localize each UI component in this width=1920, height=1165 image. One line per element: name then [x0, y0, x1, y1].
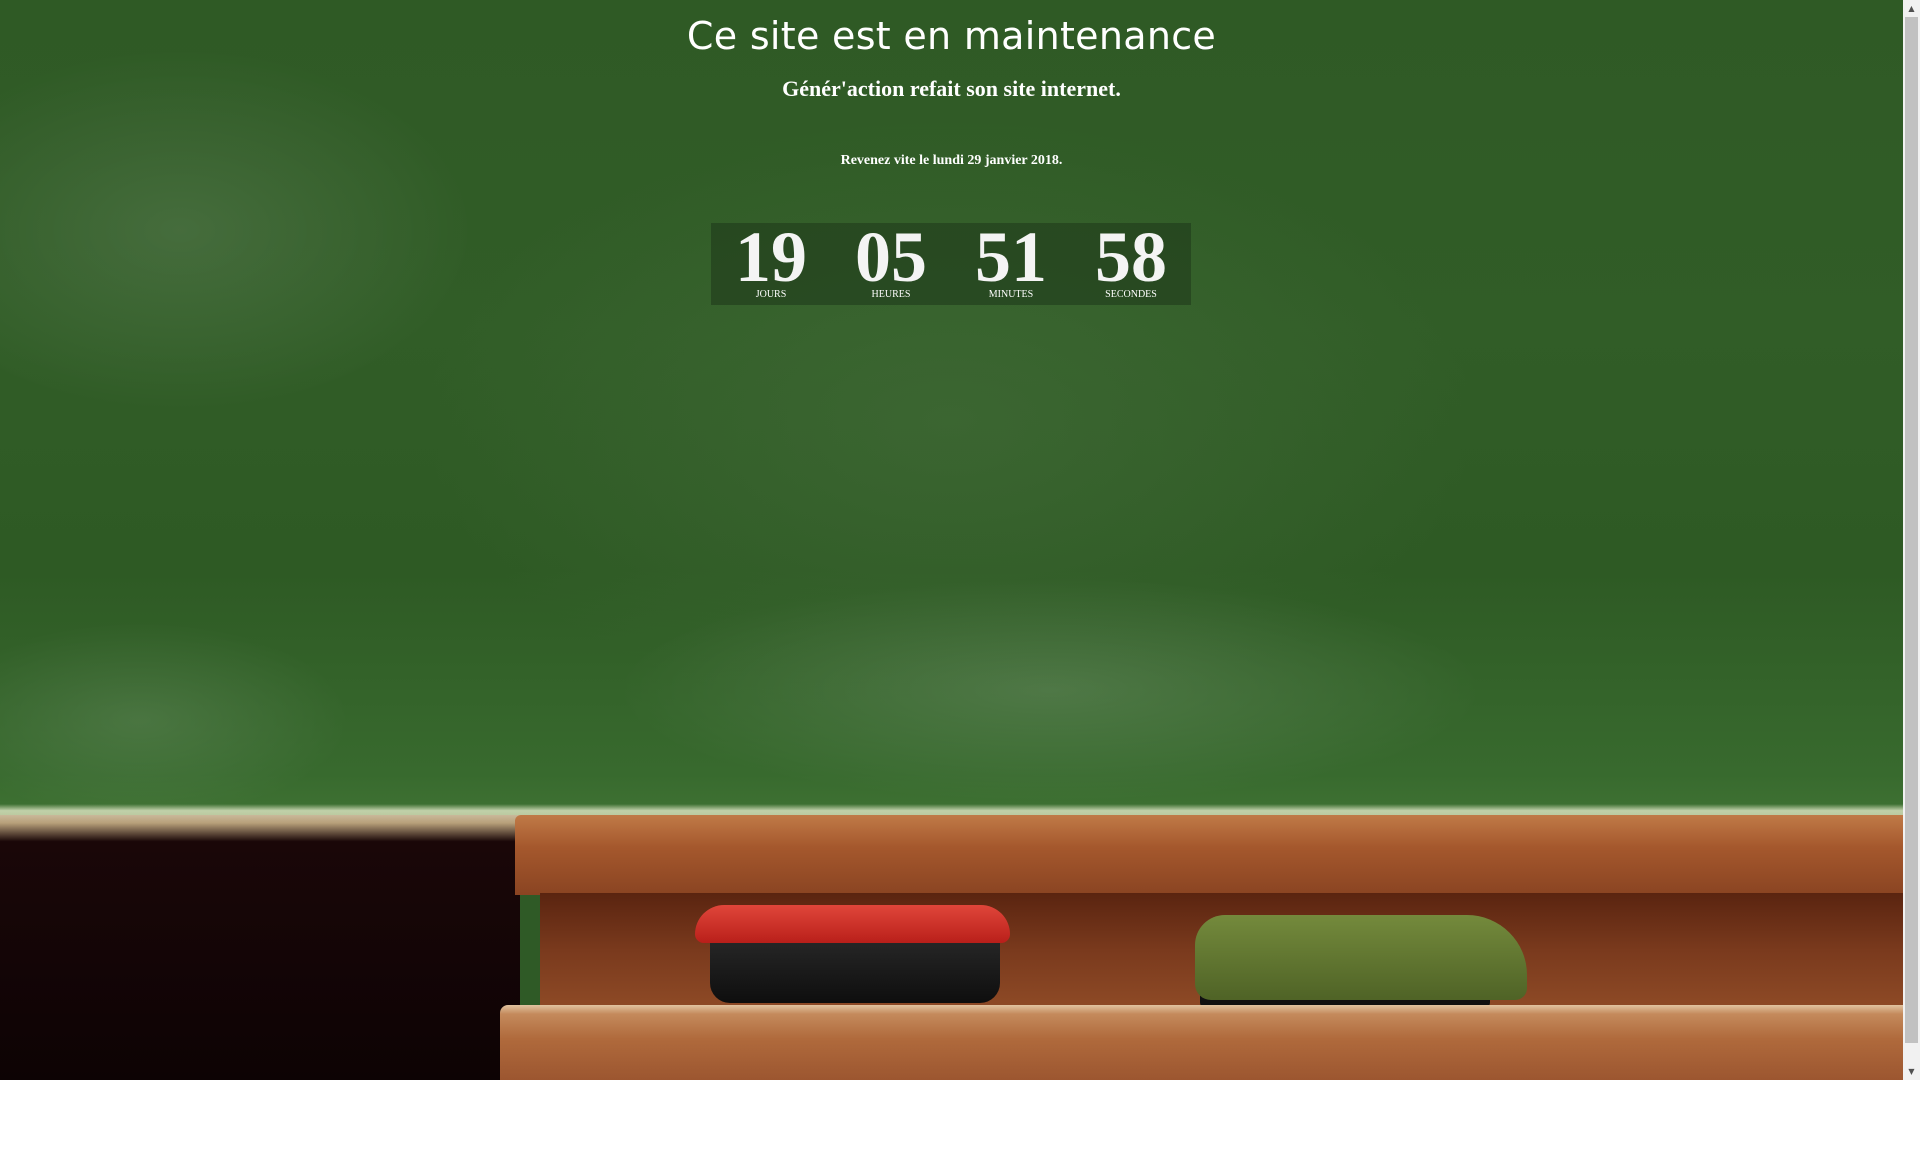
page-title: Ce site est en maintenance [686, 14, 1217, 58]
countdown-minutes-label: MINUTES [988, 289, 1034, 300]
triangle-down-icon[interactable]: ▼ [1903, 1063, 1920, 1080]
red-eraser-felt [695, 905, 1010, 943]
dark-shadow-area [0, 815, 520, 1080]
countdown-minutes: 51 MINUTES [951, 217, 1071, 305]
triangle-up-icon[interactable]: ▲ [1903, 0, 1920, 17]
countdown-timer: 19 JOURS 05 HEURES 51 MINUTES 58 SECONDE… [711, 217, 1192, 305]
countdown-hours: 05 HEURES [831, 217, 951, 305]
countdown-hours-label: HEURES [871, 289, 911, 300]
countdown-hours-value: 05 [855, 217, 927, 297]
page-subtitle: Génér'action refait son site internet. [782, 76, 1121, 101]
scrollbar-thumb[interactable] [1905, 17, 1918, 1043]
countdown-days-label: JOURS [755, 289, 787, 300]
wooden-tray-front [500, 1005, 1903, 1080]
countdown-minutes-value: 51 [975, 217, 1047, 297]
countdown-days: 19 JOURS [711, 217, 831, 305]
countdown-days-value: 19 [735, 217, 807, 297]
vertical-scrollbar[interactable]: ▲ ▼ [1903, 0, 1920, 1080]
green-eraser-sponge [1195, 915, 1527, 1000]
page-viewport: Ce site est en maintenance Génér'action … [0, 0, 1903, 1080]
return-date-note: Revenez vite le lundi 29 janvier 2018. [840, 153, 1063, 168]
wooden-tray-back [515, 815, 1903, 895]
countdown-seconds-value: 58 [1095, 217, 1167, 297]
countdown-seconds-label: SECONDES [1105, 289, 1157, 300]
countdown-seconds: 58 SECONDES [1071, 217, 1191, 305]
chalkboard-background [0, 0, 1903, 815]
